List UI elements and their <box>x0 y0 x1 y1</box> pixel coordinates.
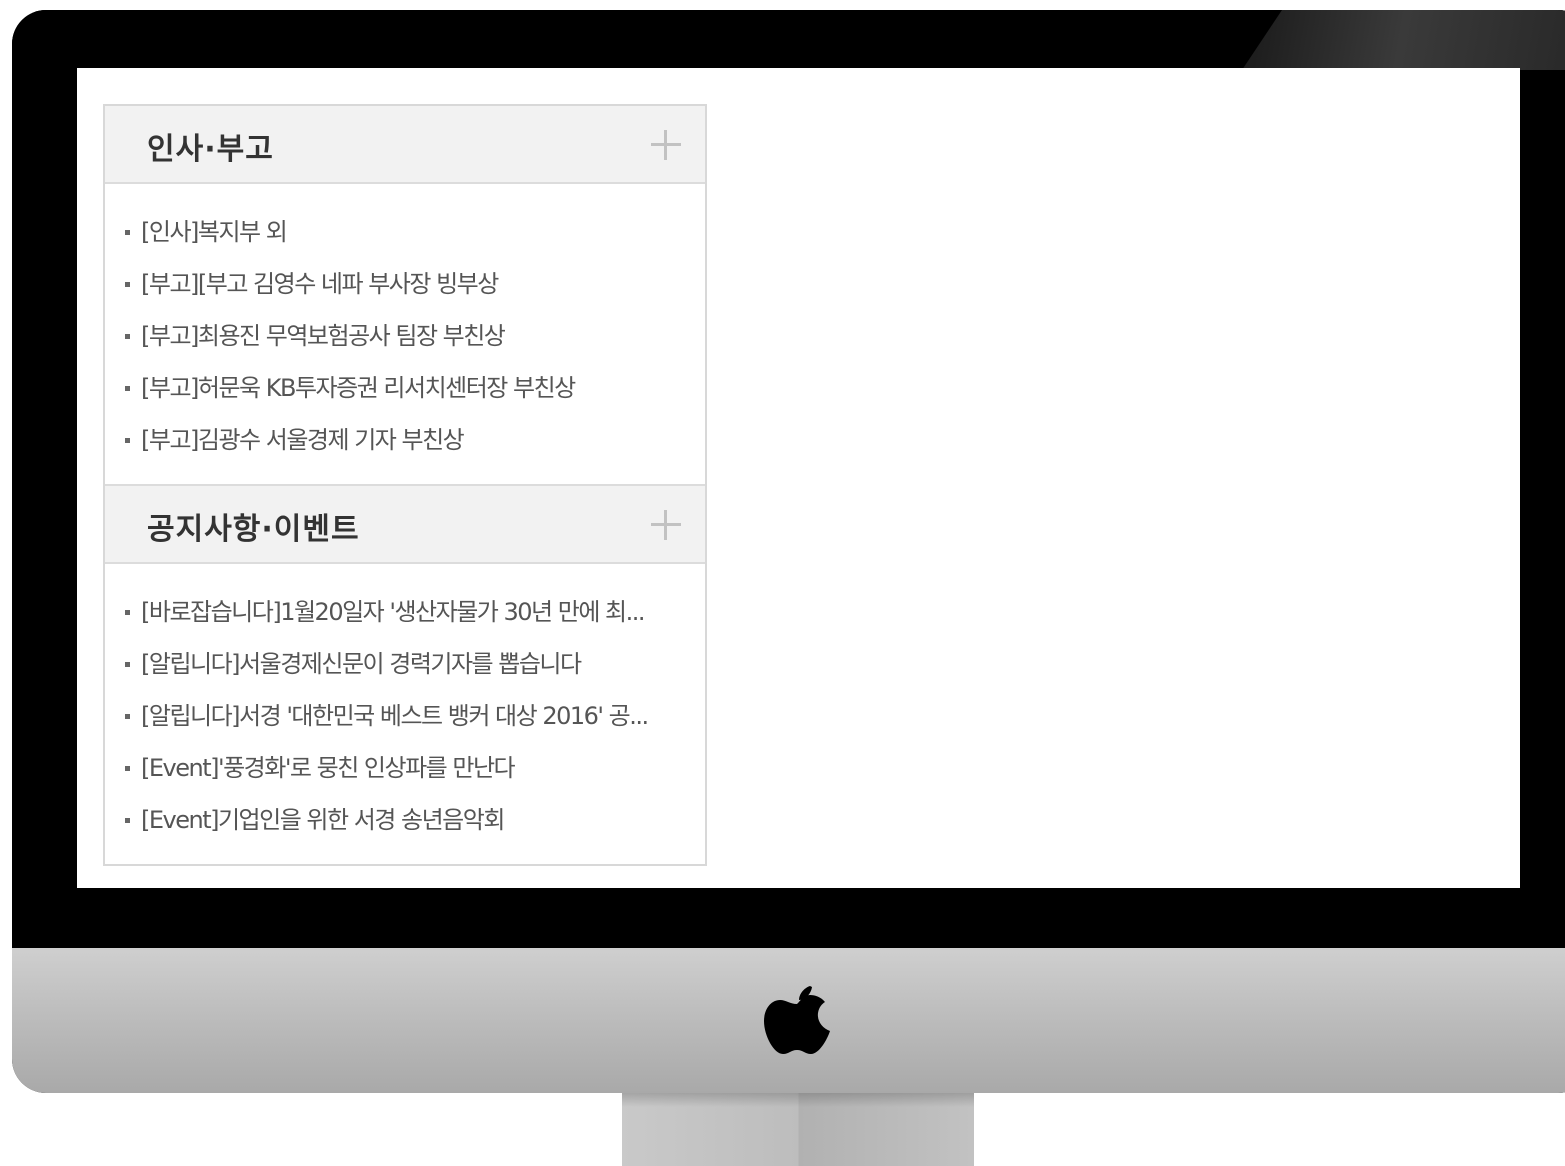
list-item[interactable]: [부고]김광수 서울경제 기자 부친상 <box>123 418 686 470</box>
list-item[interactable]: [부고]최용진 무역보험공사 팀장 부친상 <box>123 314 686 366</box>
list-item-label: [부고]김광수 서울경제 기자 부친상 <box>141 426 465 454</box>
apple-logo-icon <box>764 986 830 1054</box>
plus-icon[interactable] <box>651 130 681 160</box>
list-item-label: [Event]기업인을 위한 서경 송년음악회 <box>141 806 505 834</box>
list-item[interactable]: [Event]'풍경화'로 뭉친 인상파를 만난다 <box>123 746 686 798</box>
news-panel: 인사·부고 [인사]복지부 외 [부고][부고 김영수 네파 부사장 빙부상 [… <box>103 104 707 866</box>
bezel-gloss <box>1242 10 1565 70</box>
list-item-label: [인사]복지부 외 <box>141 218 288 246</box>
bullet-icon <box>125 662 130 667</box>
bullet-icon <box>125 714 130 719</box>
section-title-notice: 공지사항·이벤트 <box>147 512 360 547</box>
list-item[interactable]: [알립니다]서울경제신문이 경력기자를 뽑습니다 <box>123 642 686 694</box>
bullet-icon <box>125 334 130 339</box>
list-item[interactable]: [Event]기업인을 위한 서경 송년음악회 <box>123 798 686 850</box>
list-item[interactable]: [부고][부고 김영수 네파 부사장 빙부상 <box>123 262 686 314</box>
stand-shadow <box>622 1093 974 1107</box>
bullet-icon <box>125 610 130 615</box>
plus-icon[interactable] <box>651 510 681 540</box>
section-header-personnel: 인사·부고 <box>105 106 705 184</box>
bullet-icon <box>125 230 130 235</box>
list-item-label: [부고]최용진 무역보험공사 팀장 부친상 <box>141 322 506 350</box>
section-header-notice: 공지사항·이벤트 <box>105 484 705 564</box>
list-item-label: [부고][부고 김영수 네파 부사장 빙부상 <box>141 270 499 298</box>
bullet-icon <box>125 766 130 771</box>
list-item-label: [Event]'풍경화'로 뭉친 인상파를 만난다 <box>141 754 516 782</box>
list-item-label: [알립니다]서경 '대한민국 베스트 뱅커 대상 2016' 공... <box>141 702 649 730</box>
section-title-personnel: 인사·부고 <box>147 132 274 167</box>
bullet-icon <box>125 438 130 443</box>
list-item-label: [알립니다]서울경제신문이 경력기자를 뽑습니다 <box>141 650 582 678</box>
monitor-screen: 인사·부고 [인사]복지부 외 [부고][부고 김영수 네파 부사장 빙부상 [… <box>77 68 1520 888</box>
list-item[interactable]: [알립니다]서경 '대한민국 베스트 뱅커 대상 2016' 공... <box>123 694 686 746</box>
bullet-icon <box>125 386 130 391</box>
bullet-icon <box>125 818 130 823</box>
list-item[interactable]: [부고]허문욱 KB투자증권 리서치센터장 부친상 <box>123 366 686 418</box>
notice-list: [바로잡습니다]1월20일자 '생산자물가 30년 만에 최... [알립니다]… <box>105 564 705 864</box>
list-item-label: [바로잡습니다]1월20일자 '생산자물가 30년 만에 최... <box>141 598 646 626</box>
list-item[interactable]: [인사]복지부 외 <box>123 210 686 262</box>
personnel-list: [인사]복지부 외 [부고][부고 김영수 네파 부사장 빙부상 [부고]최용진… <box>105 184 705 484</box>
imac-monitor: 인사·부고 [인사]복지부 외 [부고][부고 김영수 네파 부사장 빙부상 [… <box>12 10 1565 1093</box>
bullet-icon <box>125 282 130 287</box>
list-item-label: [부고]허문욱 KB투자증권 리서치센터장 부친상 <box>141 374 576 402</box>
list-item[interactable]: [바로잡습니다]1월20일자 '생산자물가 30년 만에 최... <box>123 590 686 642</box>
